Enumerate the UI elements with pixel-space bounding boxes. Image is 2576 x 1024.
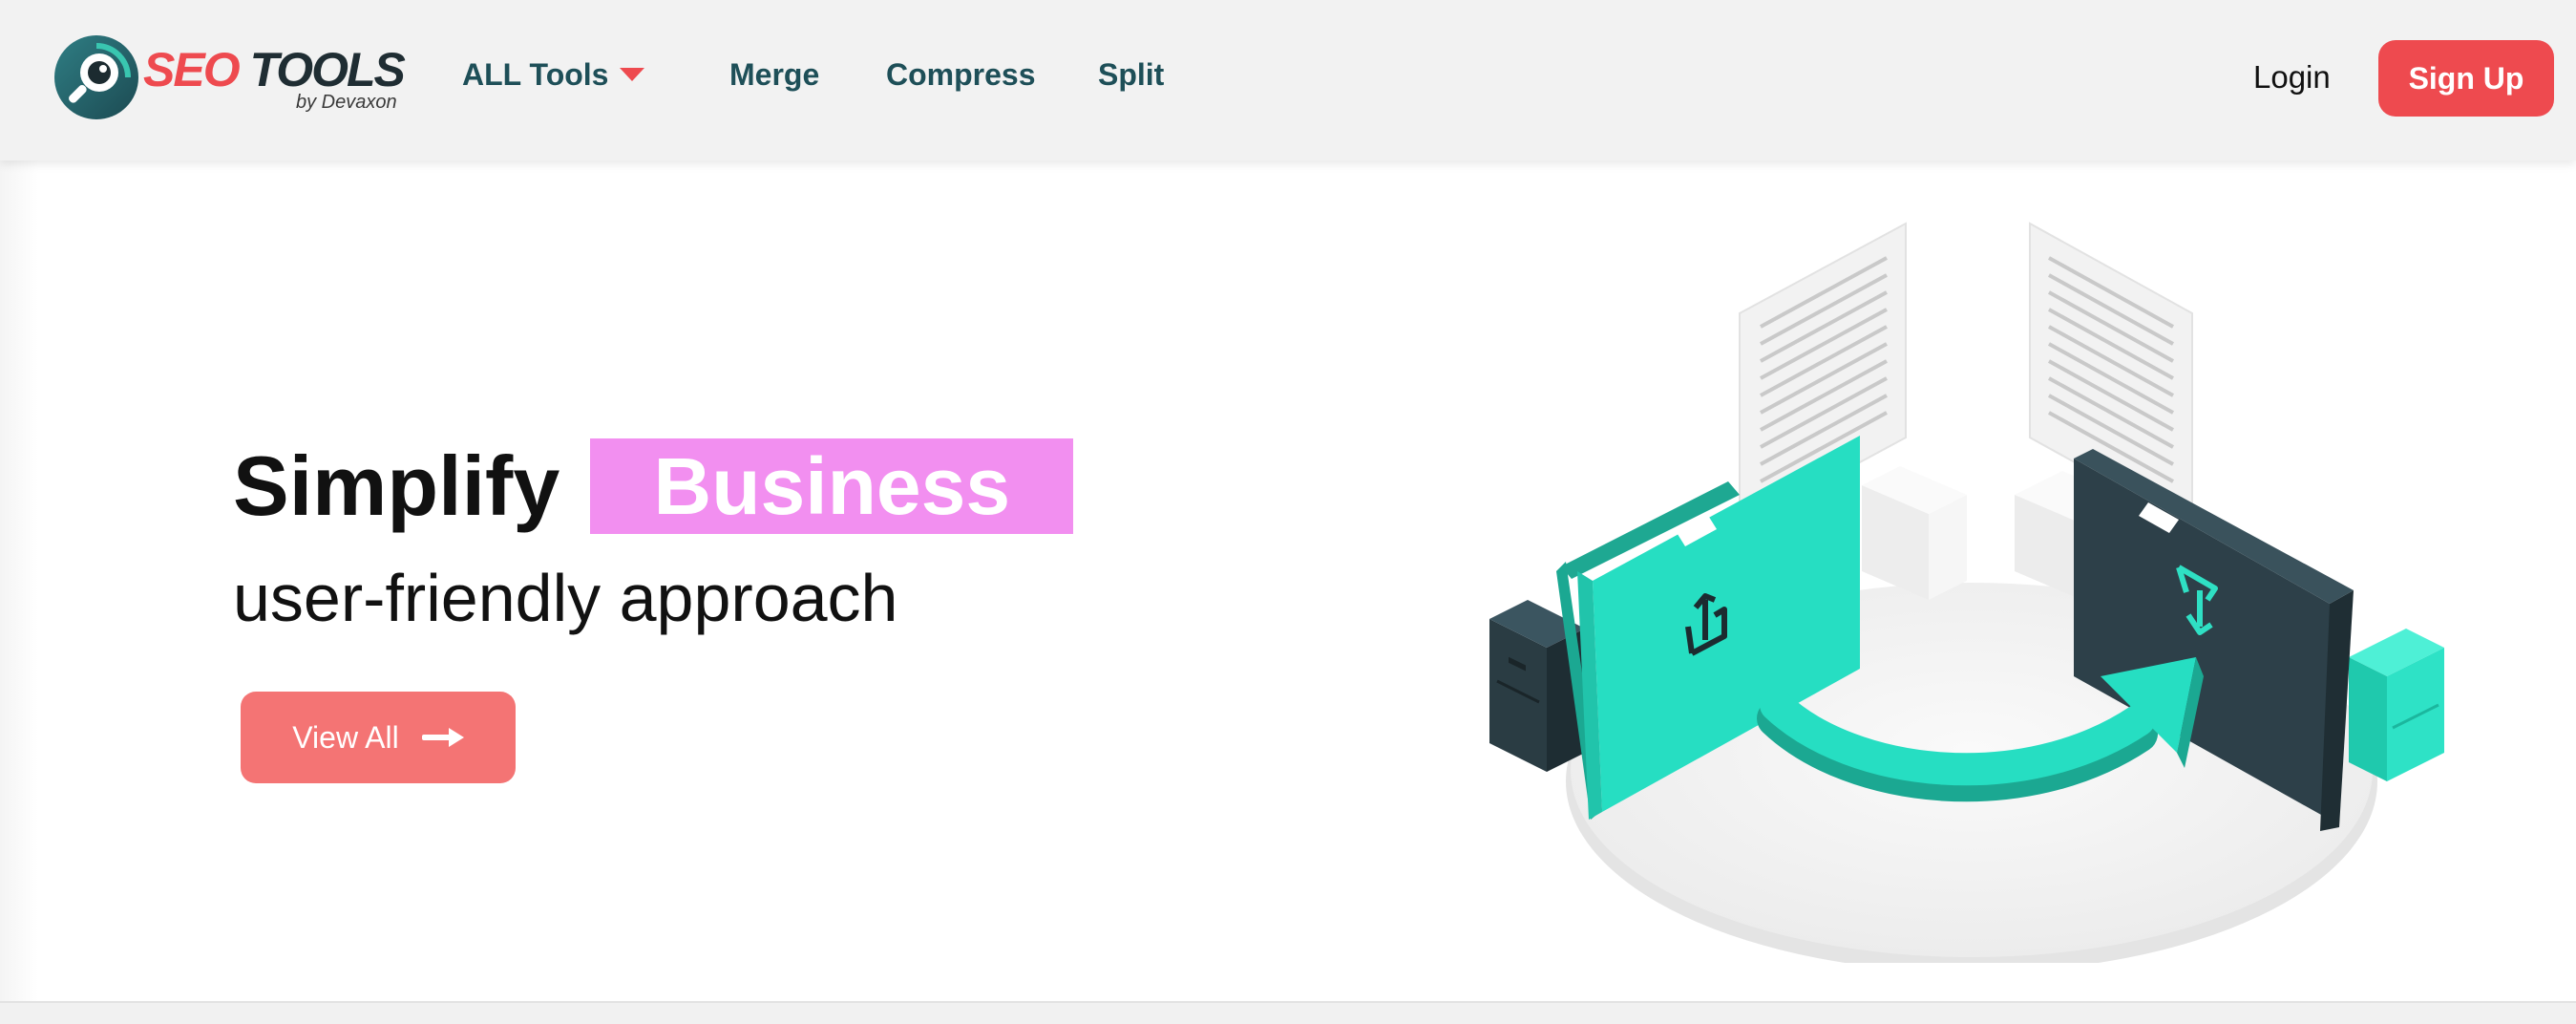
headline-highlight: Business xyxy=(590,438,1074,534)
headline-word: Simplify xyxy=(233,438,560,533)
nav-split-link[interactable]: Split xyxy=(1098,57,1164,93)
login-link[interactable]: Login xyxy=(2253,59,2331,96)
nav-compress-link[interactable]: Compress xyxy=(886,57,1036,93)
page-bottom-edge xyxy=(0,1001,2576,1024)
hero-section: Simplify Business user-friendly approach … xyxy=(0,160,2576,1001)
brand-logo[interactable]: SEO TOOLS by Devaxon xyxy=(53,34,406,122)
nav-all-tools-dropdown[interactable]: ALL Tools xyxy=(462,57,645,93)
brand-name-seo: SEO xyxy=(143,43,241,96)
back-stack-left xyxy=(1862,466,1967,600)
file-transfer-illustration xyxy=(1489,222,2444,963)
brand-wordmark: SEO TOOLS xyxy=(143,42,406,97)
nav-all-tools-label: ALL Tools xyxy=(462,57,609,92)
view-all-label: View All xyxy=(292,719,399,755)
brand-name-tools: TOOLS xyxy=(249,43,406,96)
hero-edge-shade xyxy=(0,160,38,1001)
hero-subline: user-friendly approach xyxy=(233,561,898,635)
site-header: SEO TOOLS by Devaxon ALL Tools Merge Comp… xyxy=(0,0,2576,160)
nav-merge-link[interactable]: Merge xyxy=(729,57,819,93)
magnifier-eye-logo-icon xyxy=(54,35,138,119)
arrow-right-icon xyxy=(421,728,464,747)
signup-button[interactable]: Sign Up xyxy=(2378,40,2554,117)
view-all-button[interactable]: View All xyxy=(241,692,516,783)
right-cabinet xyxy=(2349,629,2444,781)
hero-headline: Simplify Business xyxy=(233,437,1074,535)
brand-byline: by Devaxon xyxy=(296,92,397,113)
caret-down-icon xyxy=(620,68,645,81)
